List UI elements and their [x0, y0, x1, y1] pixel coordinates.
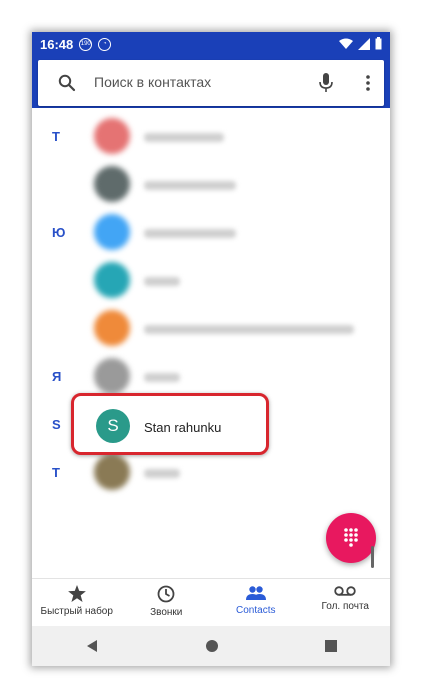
contact-name-stan[interactable]: Stan rahunku [144, 420, 221, 435]
section-letter: S [52, 417, 61, 432]
contact-avatar[interactable] [94, 214, 130, 250]
signal-icon [358, 37, 370, 50]
notification-icon: 190 [79, 37, 93, 51]
battery-icon [375, 37, 382, 50]
microphone-icon[interactable] [319, 73, 333, 93]
voicemail-icon [334, 586, 356, 596]
contact-avatar[interactable] [94, 310, 130, 346]
search-input[interactable]: Поиск в контактах [94, 74, 211, 90]
contact-avatar[interactable] [94, 358, 130, 394]
section-letter: Я [52, 369, 62, 384]
section-letter: Ю [52, 225, 66, 240]
contact-name-blurred[interactable] [144, 325, 354, 334]
contacts-list: Т Ю Я S T [32, 108, 390, 578]
tab-speed-dial[interactable]: Быстрый набор [32, 579, 122, 627]
tab-label: Гол. почта [321, 601, 369, 612]
more-options-icon[interactable] [366, 75, 370, 91]
tab-calls[interactable]: Звонки [122, 579, 212, 627]
contact-avatar[interactable] [94, 118, 130, 154]
contact-name-blurred[interactable] [144, 373, 180, 382]
section-letter: T [52, 465, 60, 480]
search-bar[interactable]: Поиск в контактах [38, 60, 384, 106]
contact-name-blurred[interactable] [144, 229, 236, 238]
tab-contacts[interactable]: Contacts [211, 579, 301, 627]
recents-icon[interactable] [325, 640, 337, 652]
star-icon [67, 585, 86, 602]
tab-label: Быстрый набор [40, 606, 113, 617]
status-bar: 16:48 190 ◔ [32, 32, 390, 56]
search-icon[interactable] [58, 74, 76, 92]
phone-screen: 16:48 190 ◔ Поиск в контактах Т Ю Я S T … [32, 32, 390, 666]
contact-avatar[interactable] [94, 262, 130, 298]
tab-label: Contacts [236, 605, 276, 616]
contact-avatar-stan[interactable]: S [96, 409, 130, 443]
people-icon [245, 586, 266, 600]
dialpad-button[interactable] [326, 513, 376, 563]
tab-label: Звонки [150, 607, 183, 618]
clock-icon [157, 585, 175, 603]
contact-name-blurred[interactable] [144, 181, 236, 190]
contact-name-blurred[interactable] [144, 277, 180, 286]
contact-name-blurred[interactable] [144, 133, 224, 142]
contact-avatar[interactable] [94, 166, 130, 202]
status-icons [339, 37, 382, 50]
status-time: 16:48 [40, 36, 74, 52]
home-icon[interactable] [205, 639, 219, 653]
bottom-navigation: Быстрый набор Звонки Contacts Гол. почта [32, 578, 390, 627]
back-icon[interactable] [85, 639, 99, 653]
tab-voicemail[interactable]: Гол. почта [301, 579, 391, 627]
system-navigation-bar [32, 626, 390, 666]
contact-name-blurred[interactable] [144, 469, 180, 478]
wifi-icon [339, 38, 353, 49]
scrollbar[interactable] [371, 546, 374, 568]
section-letter: Т [52, 129, 60, 144]
contact-avatar[interactable] [94, 454, 130, 490]
dialpad-icon [344, 528, 358, 547]
notification-icon-2: ◔ [98, 37, 112, 51]
